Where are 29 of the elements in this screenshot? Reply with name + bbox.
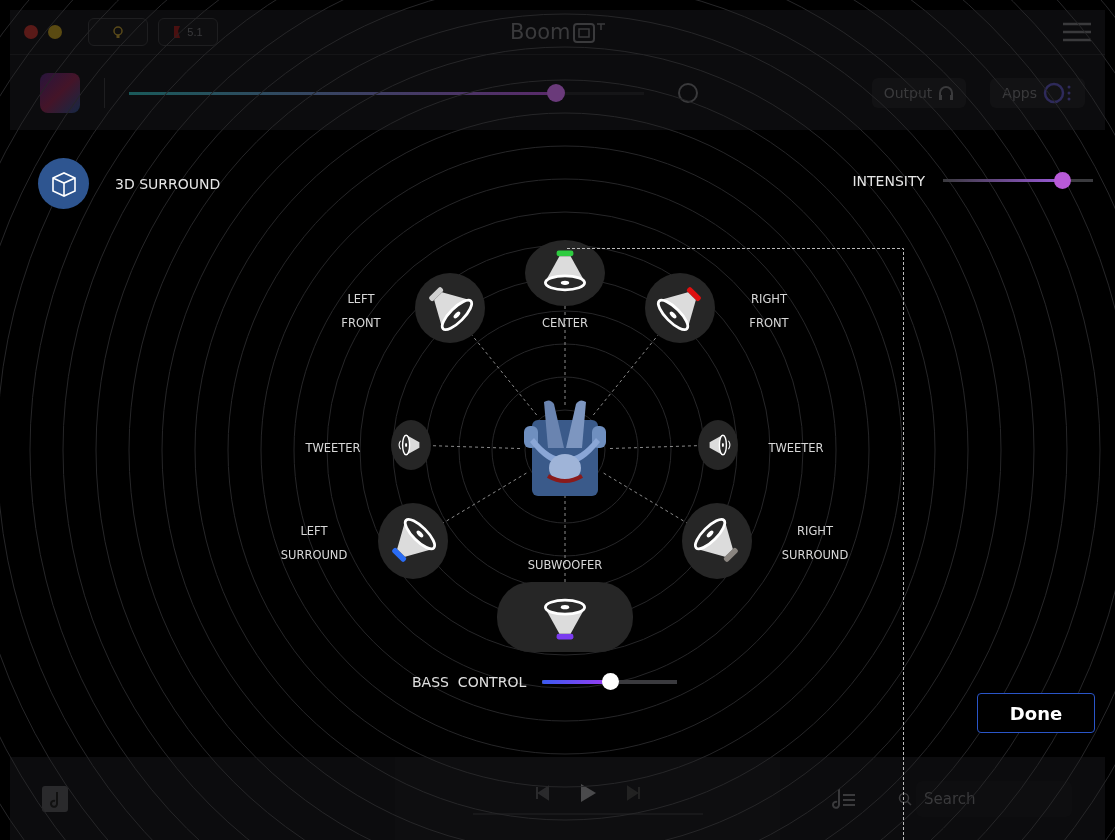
logo-icon	[572, 21, 607, 43]
speaker-label: LEFT FRONT	[341, 291, 381, 332]
headphones-icon	[938, 85, 955, 101]
done-button[interactable]: Done	[977, 693, 1095, 733]
apps-icon	[1043, 82, 1073, 104]
speaker-label: TWEETER	[768, 440, 824, 457]
bass-control-label: BASS CONTROL	[412, 673, 527, 690]
intensity-label: INTENSITY	[852, 172, 925, 189]
bulb-icon	[110, 24, 126, 40]
speaker-label: RIGHT SURROUND	[781, 523, 849, 564]
volume-thumb[interactable]	[547, 84, 566, 102]
bass-thumb[interactable]	[601, 673, 619, 690]
speaker-label: LEFT SURROUND	[280, 523, 348, 564]
search-icon	[898, 791, 912, 806]
surround-title: 3D SURROUND	[115, 175, 221, 192]
speaker-label: SUBWOOFER	[527, 557, 603, 574]
speaker-button[interactable]	[391, 420, 431, 470]
cube-icon	[38, 158, 89, 209]
intensity-thumb[interactable]	[1053, 172, 1071, 189]
circle-icon	[678, 83, 698, 103]
app-logo-icon	[40, 73, 80, 113]
speaker-label: TWEETER	[305, 440, 361, 457]
speaker-label: RIGHT FRONT	[749, 291, 789, 332]
flag-icon	[173, 25, 182, 39]
speaker-button[interactable]	[698, 420, 738, 470]
speaker-button[interactable]	[645, 273, 715, 343]
speaker-label: CENTER	[541, 315, 589, 332]
speaker-button[interactable]	[415, 273, 485, 343]
speaker-button[interactable]	[497, 582, 633, 652]
